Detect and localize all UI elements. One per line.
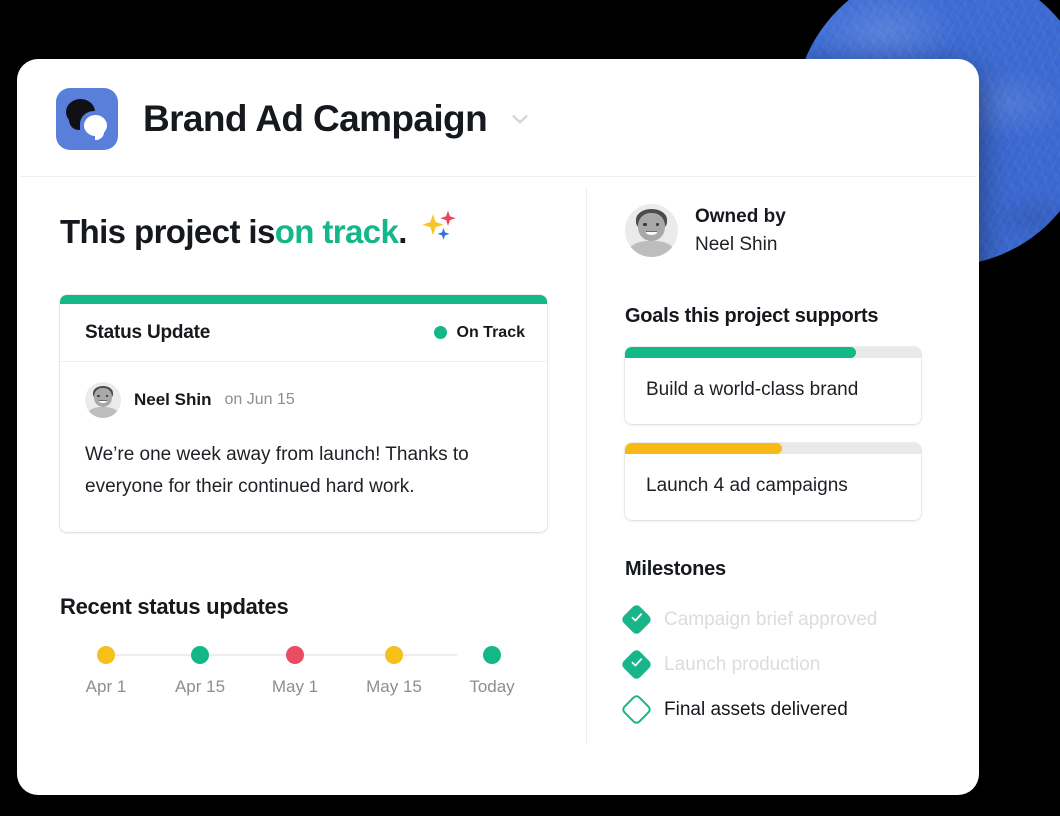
chevron-down-icon[interactable] <box>507 106 533 132</box>
recent-status-updates-section: Recent status updates Apr 1 Apr 15 May 1 Ma… <box>60 594 550 712</box>
timeline-point-label: May 1 <box>271 677 319 697</box>
status-update-card[interactable]: Status Update On Track Neel Shin on Jun … <box>60 295 547 533</box>
milestones-section-title: Milestones <box>625 558 726 581</box>
project-owner[interactable]: Owned by Neel Shin <box>625 203 946 258</box>
goal-progress-track <box>625 443 921 455</box>
milestone-label: Campaign brief approved <box>664 608 878 630</box>
timeline-dot-icon <box>191 646 209 665</box>
headline-accent: on track <box>274 213 399 250</box>
goal-progress-track <box>625 347 921 359</box>
goals-list: Build a world-class brand Launch 4 ad cam… <box>625 347 946 521</box>
timeline-dot-icon <box>97 646 115 665</box>
timeline-point[interactable]: May 1 <box>240 646 350 697</box>
goal-card[interactable]: Launch 4 ad campaigns <box>625 443 921 521</box>
status-badge-label: On Track <box>456 323 525 341</box>
status-update-body: Neel Shin on Jun 15 We’re one week away … <box>60 362 547 532</box>
project-status-headline: This project is on track. <box>60 203 550 251</box>
timeline-dot-icon <box>483 646 501 665</box>
milestone-row[interactable]: Launch production <box>620 642 946 687</box>
goals-section-title: Goals this project supports <box>625 305 879 328</box>
status-author-date: on Jun 15 <box>224 391 295 408</box>
owner-avatar <box>625 204 678 258</box>
owner-label: Owned by <box>695 206 786 227</box>
goal-progress-fill <box>625 347 856 359</box>
milestone-row[interactable]: Campaign brief approved <box>620 597 946 642</box>
speech-bubbles-project-icon[interactable] <box>56 88 118 150</box>
status-update-message: We’re one week away from launch! Thanks … <box>85 444 469 497</box>
timeline-point[interactable]: May 15 <box>339 646 449 697</box>
status-timeline: Apr 1 Apr 15 May 1 May 15 Today <box>60 646 515 712</box>
timeline-point-label: Today <box>469 677 515 697</box>
sparkles-icon <box>419 206 459 254</box>
author-avatar <box>85 382 121 418</box>
status-dot-icon <box>433 326 447 339</box>
timeline-point-label: Apr 15 <box>174 677 226 697</box>
status-author-row: Neel Shin on Jun 15 <box>85 382 522 418</box>
goal-name: Build a world-class brand <box>646 379 859 401</box>
milestone-label: Final assets delivered <box>664 698 848 720</box>
headline-suffix: . <box>398 213 407 250</box>
timeline-point[interactable]: Apr 15 <box>145 646 255 697</box>
status-accent-bar <box>60 295 547 304</box>
right-column: Owned by Neel Shin Goals this project su… <box>587 177 976 792</box>
milestone-incomplete-icon <box>620 693 653 726</box>
project-window: Brand Ad Campaign This project is on tra… <box>20 62 976 792</box>
milestone-row[interactable]: Final assets delivered <box>620 687 946 732</box>
milestone-complete-icon <box>620 603 653 636</box>
headline-prefix: This project is <box>60 213 275 250</box>
milestones-list: Campaign brief approved Launch production… <box>620 597 946 732</box>
status-update-header: Status Update On Track <box>60 304 547 362</box>
timeline-point[interactable]: Today <box>437 646 547 697</box>
goal-progress-fill <box>625 443 782 455</box>
status-update-title: Status Update <box>85 321 211 343</box>
page-title: Brand Ad Campaign <box>143 98 488 139</box>
status-badge: On Track <box>433 323 525 342</box>
owner-name: Neel Shin <box>695 233 778 255</box>
recent-status-updates-title: Recent status updates <box>60 594 289 620</box>
bubble-light-icon <box>84 115 107 140</box>
milestone-label: Launch production <box>664 653 821 675</box>
left-column: This project is on track. Status Update <box>20 177 586 792</box>
milestone-complete-icon <box>620 648 653 681</box>
timeline-dot-icon <box>286 646 304 665</box>
owner-text: Owned by Neel Shin <box>695 203 786 258</box>
goal-name: Launch 4 ad campaigns <box>646 475 848 497</box>
goal-card[interactable]: Build a world-class brand <box>625 347 921 425</box>
window-body: This project is on track. Status Update <box>20 177 976 792</box>
timeline-point-label: May 15 <box>366 677 422 697</box>
status-author-name: Neel Shin <box>134 390 212 409</box>
timeline-dot-icon <box>385 646 403 665</box>
window-header: Brand Ad Campaign <box>20 62 976 177</box>
page-root: Brand Ad Campaign This project is on tra… <box>0 0 1060 816</box>
